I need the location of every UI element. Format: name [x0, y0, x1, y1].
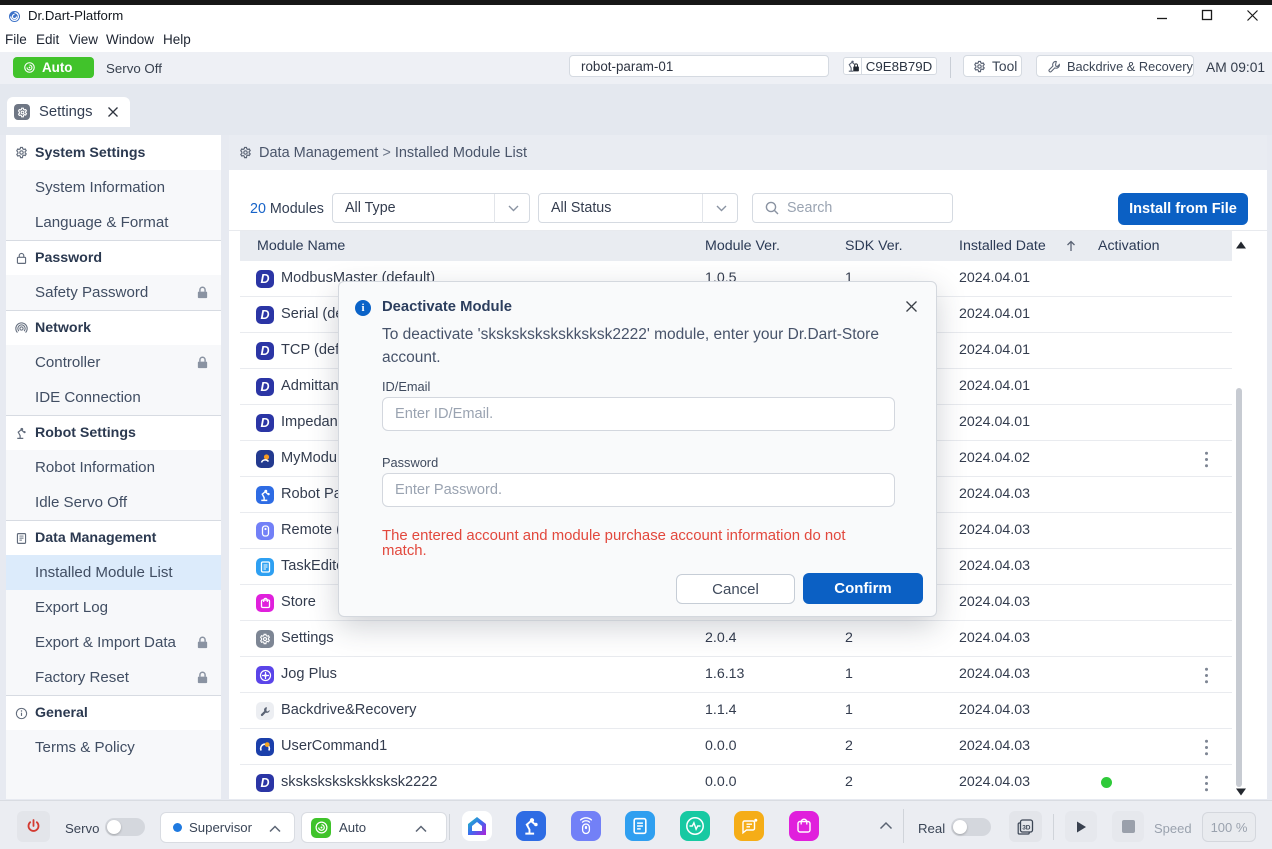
svg-text:3D: 3D	[1022, 824, 1031, 831]
